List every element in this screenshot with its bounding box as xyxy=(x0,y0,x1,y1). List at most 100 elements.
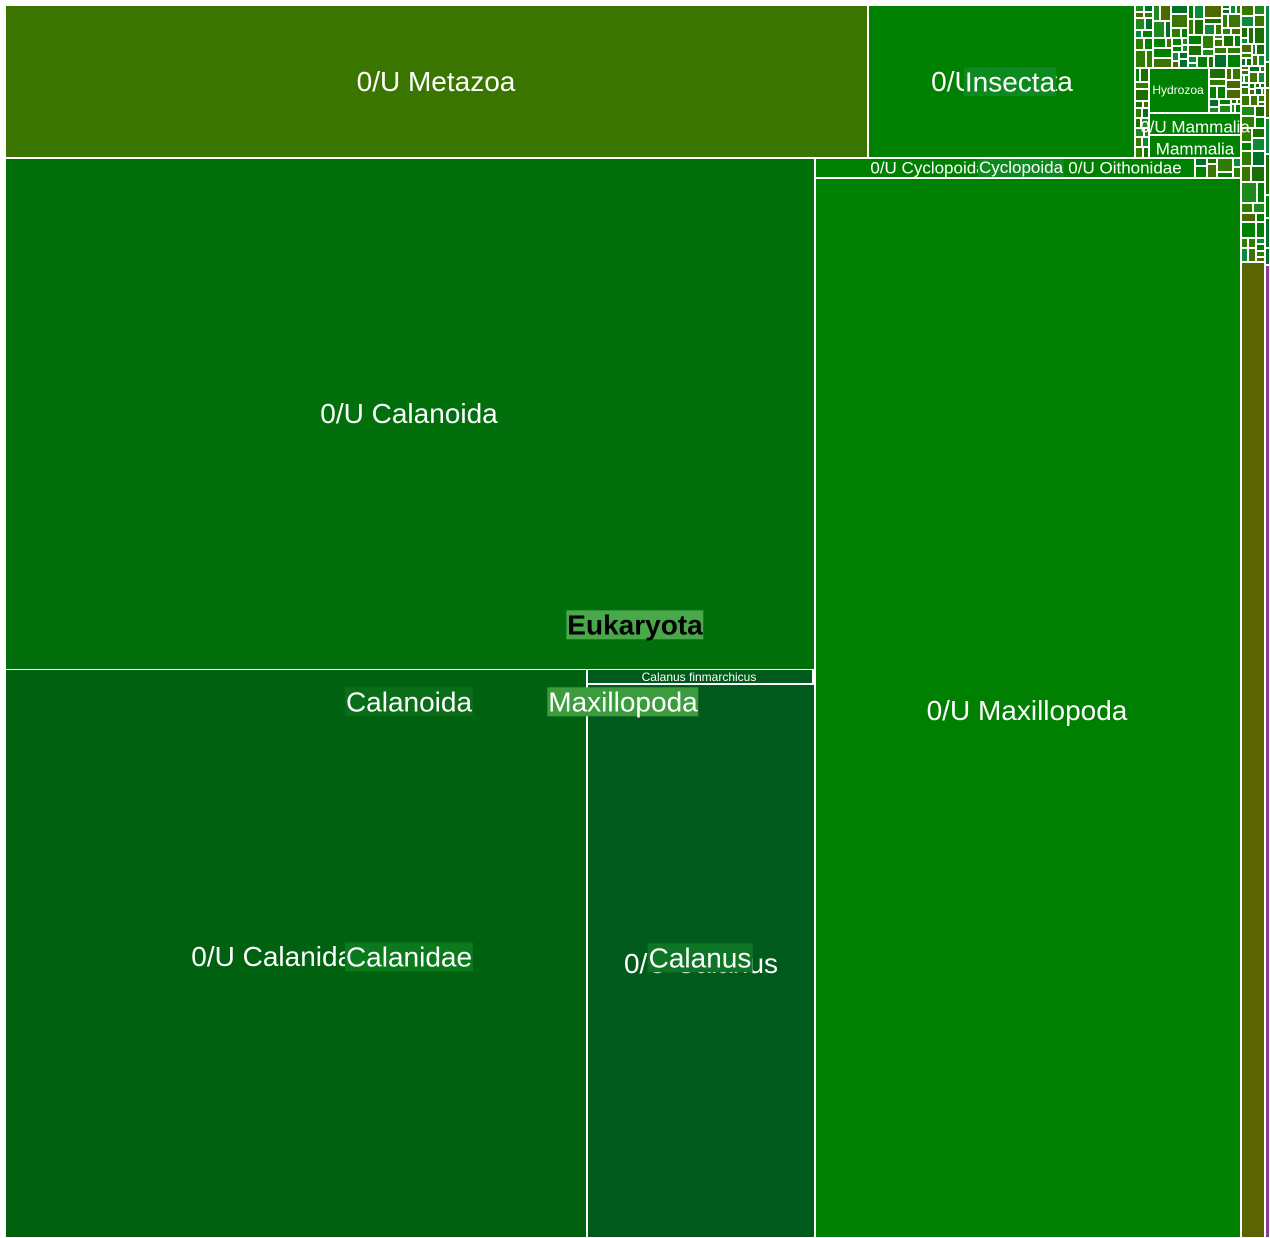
treemap-cell-small xyxy=(1153,38,1166,48)
treemap-cell-calanoida-u xyxy=(5,158,815,670)
treemap-cell-small xyxy=(1223,35,1234,47)
treemap-cell-small xyxy=(1214,47,1227,54)
treemap-cell-small xyxy=(1241,116,1255,128)
treemap-cell-small xyxy=(1172,52,1179,61)
treemap-cell-small xyxy=(1204,24,1215,35)
treemap-cell-small xyxy=(1140,68,1149,82)
treemap-cell-small xyxy=(1188,56,1197,63)
treemap-cell-small xyxy=(1255,106,1265,117)
treemap-cell-small xyxy=(1135,147,1143,158)
treemap-cell-small xyxy=(1202,49,1214,56)
treemap-cell-calanidae-u xyxy=(5,669,587,1238)
treemap-cell-small xyxy=(1233,158,1241,167)
treemap-cell-small xyxy=(1217,86,1226,99)
treemap-cell-small xyxy=(1252,138,1265,151)
treemap-cell-small xyxy=(1241,27,1248,38)
treemap-cell-small xyxy=(1241,248,1248,262)
treemap-cell-small xyxy=(1188,45,1202,56)
treemap-cell-small xyxy=(1249,72,1258,83)
treemap-cell-small xyxy=(1241,238,1248,248)
treemap-cell-small xyxy=(1241,16,1254,27)
treemap-cell-small xyxy=(1135,38,1144,50)
treemap-cell-small xyxy=(1256,213,1265,222)
treemap-cell-small xyxy=(1135,50,1146,68)
treemap-cell-small xyxy=(1248,238,1256,248)
treemap-cell-small xyxy=(1251,166,1265,182)
treemap-cell-small xyxy=(1207,164,1217,178)
treemap-cell-small xyxy=(1214,39,1223,47)
treemap-cell-small xyxy=(1241,106,1255,116)
treemap-cell-small xyxy=(1179,52,1188,59)
treemap-chart: 0/U Metazoa 0/U Insecta 0/U Calanoida 0/U C… xyxy=(0,0,1270,1238)
treemap-cell-small xyxy=(1226,89,1241,99)
treemap-cell-small xyxy=(1209,68,1226,79)
treemap-cell-small xyxy=(1214,54,1227,68)
treemap-cell-small xyxy=(1144,5,1153,12)
treemap-cell-small xyxy=(1194,5,1204,19)
treemap-cell-small xyxy=(1250,95,1258,106)
treemap-cell-mammalia-u xyxy=(1149,113,1241,135)
treemap-cell-small xyxy=(1254,27,1265,44)
treemap-cell-small xyxy=(1265,118,1270,154)
treemap-cell-oithonidae-u xyxy=(1010,158,1195,178)
treemap-cell-small xyxy=(1142,137,1149,147)
treemap-cell-small xyxy=(1252,151,1265,166)
treemap-cell-metazoa-u xyxy=(5,5,868,158)
treemap-cell-small xyxy=(1146,50,1153,68)
treemap-cell-small xyxy=(1202,35,1214,49)
treemap-cell-small xyxy=(1254,15,1265,27)
treemap-cell-small xyxy=(1153,48,1172,58)
treemap-cell-small xyxy=(1141,118,1149,128)
treemap-cell-small xyxy=(1232,68,1241,80)
treemap-cell-small xyxy=(1145,18,1153,30)
treemap-cell-cyclopoida-u xyxy=(815,158,1010,178)
treemap-cell-small xyxy=(1265,62,1270,88)
treemap-cell-small xyxy=(1143,147,1149,158)
treemap-cell-small xyxy=(1135,82,1149,89)
treemap-cell-small xyxy=(1204,5,1222,18)
treemap-cell-small xyxy=(1219,105,1231,113)
treemap-cell-small xyxy=(1228,14,1241,28)
treemap-cell-small xyxy=(1265,218,1270,248)
treemap-cell-small xyxy=(1194,19,1204,35)
treemap-cell-small xyxy=(1227,54,1241,68)
treemap-cell-small xyxy=(1209,86,1217,99)
treemap-cell-calanus-u xyxy=(587,684,815,1238)
treemap-cell-small xyxy=(1226,80,1241,89)
treemap-cell-small xyxy=(1256,222,1265,238)
treemap-cell-small xyxy=(1234,35,1241,47)
treemap-cell-small xyxy=(1222,28,1231,35)
treemap-cell-small xyxy=(1233,167,1241,178)
treemap-cell-small xyxy=(1241,95,1250,106)
treemap-cell-small xyxy=(1256,44,1265,55)
treemap-cell-small xyxy=(1135,30,1142,38)
treemap-cell-small xyxy=(1171,28,1181,38)
treemap-cell-small xyxy=(1248,248,1256,262)
treemap-cell-small xyxy=(1265,265,1270,1238)
treemap-cell-small xyxy=(1241,151,1252,166)
treemap-cell-small xyxy=(1209,99,1219,107)
treemap-cell-small xyxy=(1241,5,1254,16)
treemap-cell-maxillopoda-u xyxy=(815,178,1241,1238)
treemap-cell-small xyxy=(1197,56,1208,68)
treemap-cell-small xyxy=(1181,28,1188,38)
treemap-cell-small xyxy=(1143,101,1149,108)
treemap-cell-small xyxy=(1258,72,1265,83)
treemap-cell-small xyxy=(1188,35,1202,45)
treemap-cell-small xyxy=(1254,5,1265,15)
treemap-cell-other-dark xyxy=(1241,262,1265,1238)
treemap-cell-small xyxy=(1265,248,1270,265)
treemap-cell-small xyxy=(1188,63,1197,68)
treemap-cell-small xyxy=(1135,101,1143,108)
treemap-cell-small xyxy=(1227,47,1241,54)
treemap-cell-small xyxy=(1135,108,1142,118)
treemap-cell-small xyxy=(1179,59,1188,68)
treemap-cell-small xyxy=(1144,128,1149,137)
treemap-cell-small xyxy=(1231,28,1241,35)
treemap-cell-small xyxy=(1142,30,1153,38)
treemap-cell-small xyxy=(1257,182,1265,203)
treemap-cell-small xyxy=(1160,5,1171,21)
treemap-cell-small xyxy=(1171,14,1188,28)
treemap-cell-small xyxy=(1142,108,1149,118)
treemap-cell-small xyxy=(1255,88,1262,95)
